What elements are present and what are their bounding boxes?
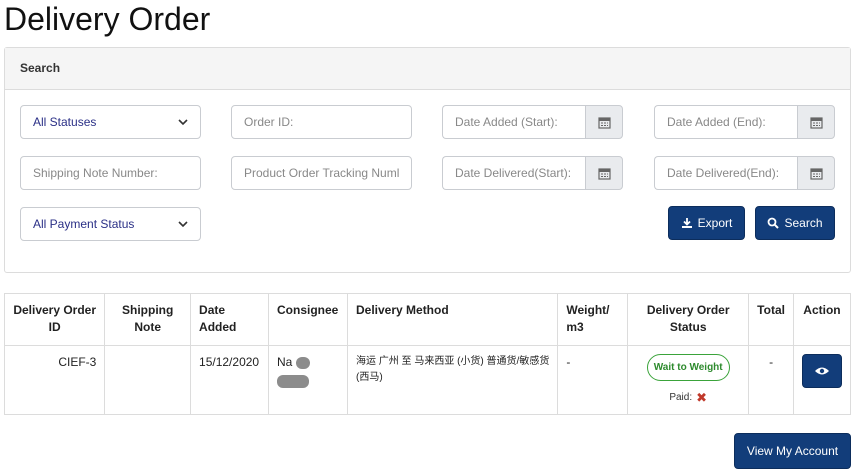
cell-weight: - bbox=[557, 345, 629, 415]
status-select-value: All Statuses bbox=[33, 115, 97, 129]
download-icon bbox=[681, 218, 692, 228]
cell-total: - bbox=[748, 345, 794, 415]
redacted-block bbox=[277, 374, 309, 388]
calendar-icon[interactable] bbox=[797, 156, 835, 190]
paid-label: Paid: bbox=[669, 392, 693, 403]
date-added-end-input[interactable]: Date Added (End): bbox=[654, 105, 797, 139]
cell-delivery-method: 海运 广州 至 马来西亚 (小货) 普通货/敏感货 (西马) bbox=[346, 345, 559, 415]
view-my-account-button[interactable]: View My Account bbox=[734, 433, 851, 469]
page-title: Delivery Order bbox=[4, 1, 211, 37]
eye-icon bbox=[814, 367, 829, 375]
payment-status-select[interactable]: All Payment Status bbox=[20, 207, 201, 241]
payment-status-select-value: All Payment Status bbox=[33, 217, 135, 231]
col-action: Action bbox=[792, 293, 852, 346]
calendar-icon[interactable] bbox=[585, 156, 623, 190]
search-button[interactable]: Search bbox=[755, 206, 835, 240]
date-delivered-end-input[interactable]: Date Delivered(End): bbox=[654, 156, 797, 190]
search-panel-heading: Search bbox=[5, 48, 850, 90]
col-consignee: Consignee bbox=[268, 293, 348, 346]
shipping-note-input[interactable]: Shipping Note Number: bbox=[20, 156, 201, 190]
date-delivered-start-field[interactable]: Date Delivered(Start): bbox=[442, 156, 623, 190]
delivery-order-table: Delivery Order ID Shipping Note Date Add… bbox=[3, 293, 852, 415]
chevron-down-icon bbox=[178, 221, 188, 228]
status-badge: Wait to Weight bbox=[646, 354, 730, 381]
col-total: Total bbox=[748, 293, 794, 346]
export-button[interactable]: Export bbox=[668, 206, 745, 240]
cell-action bbox=[792, 345, 852, 415]
calendar-icon[interactable] bbox=[797, 105, 835, 139]
unpaid-x-icon: ✖ bbox=[696, 390, 708, 405]
tracking-number-input[interactable]: Product Order Tracking Numl bbox=[231, 156, 412, 190]
cell-date-added: 15/12/2020 bbox=[190, 345, 269, 415]
tracking-number-placeholder: Product Order Tracking Numl bbox=[244, 166, 400, 180]
cell-status: Wait to Weight Paid: ✖ bbox=[627, 345, 750, 415]
search-button-label: Search bbox=[784, 216, 823, 230]
date-delivered-start-input[interactable]: Date Delivered(Start): bbox=[442, 156, 585, 190]
cell-consignee: Na bbox=[268, 345, 348, 415]
search-icon bbox=[768, 217, 780, 229]
col-weight: Weight/ m3 bbox=[557, 293, 629, 346]
status-select[interactable]: All Statuses bbox=[20, 105, 201, 139]
order-id-placeholder: Order ID: bbox=[244, 115, 294, 129]
table-row: CIEF-3 15/12/2020 Na 海运 广州 至 马来西亚 (小货) 普… bbox=[3, 345, 852, 415]
date-delivered-end-field[interactable]: Date Delivered(End): bbox=[654, 156, 835, 190]
view-order-button[interactable] bbox=[801, 354, 842, 388]
shipping-note-placeholder: Shipping Note Number: bbox=[33, 166, 158, 180]
col-delivery-order-id: Delivery Order ID bbox=[3, 293, 106, 346]
chevron-down-icon bbox=[178, 119, 188, 126]
col-shipping-note: Shipping Note bbox=[104, 293, 192, 346]
date-added-start-input[interactable]: Date Added (Start): bbox=[442, 105, 585, 139]
date-added-end-field[interactable]: Date Added (End): bbox=[654, 105, 835, 139]
redacted-block bbox=[295, 356, 310, 369]
col-delivery-method: Delivery Method bbox=[346, 293, 559, 346]
search-panel: Search All Statuses Order ID: Date Added… bbox=[4, 47, 851, 273]
col-date-added: Date Added bbox=[190, 293, 269, 346]
consignee-name: Na bbox=[277, 355, 293, 369]
order-id-input[interactable]: Order ID: bbox=[231, 105, 412, 139]
col-status: Delivery Order Status bbox=[627, 293, 750, 346]
table-header-row: Delivery Order ID Shipping Note Date Add… bbox=[3, 293, 852, 346]
paid-indicator: Paid: ✖ bbox=[636, 389, 740, 406]
cell-shipping-note bbox=[104, 345, 192, 415]
export-button-label: Export bbox=[697, 216, 733, 230]
date-added-start-field[interactable]: Date Added (Start): bbox=[442, 105, 623, 139]
calendar-icon[interactable] bbox=[585, 105, 623, 139]
cell-delivery-order-id: CIEF-3 bbox=[3, 345, 106, 415]
